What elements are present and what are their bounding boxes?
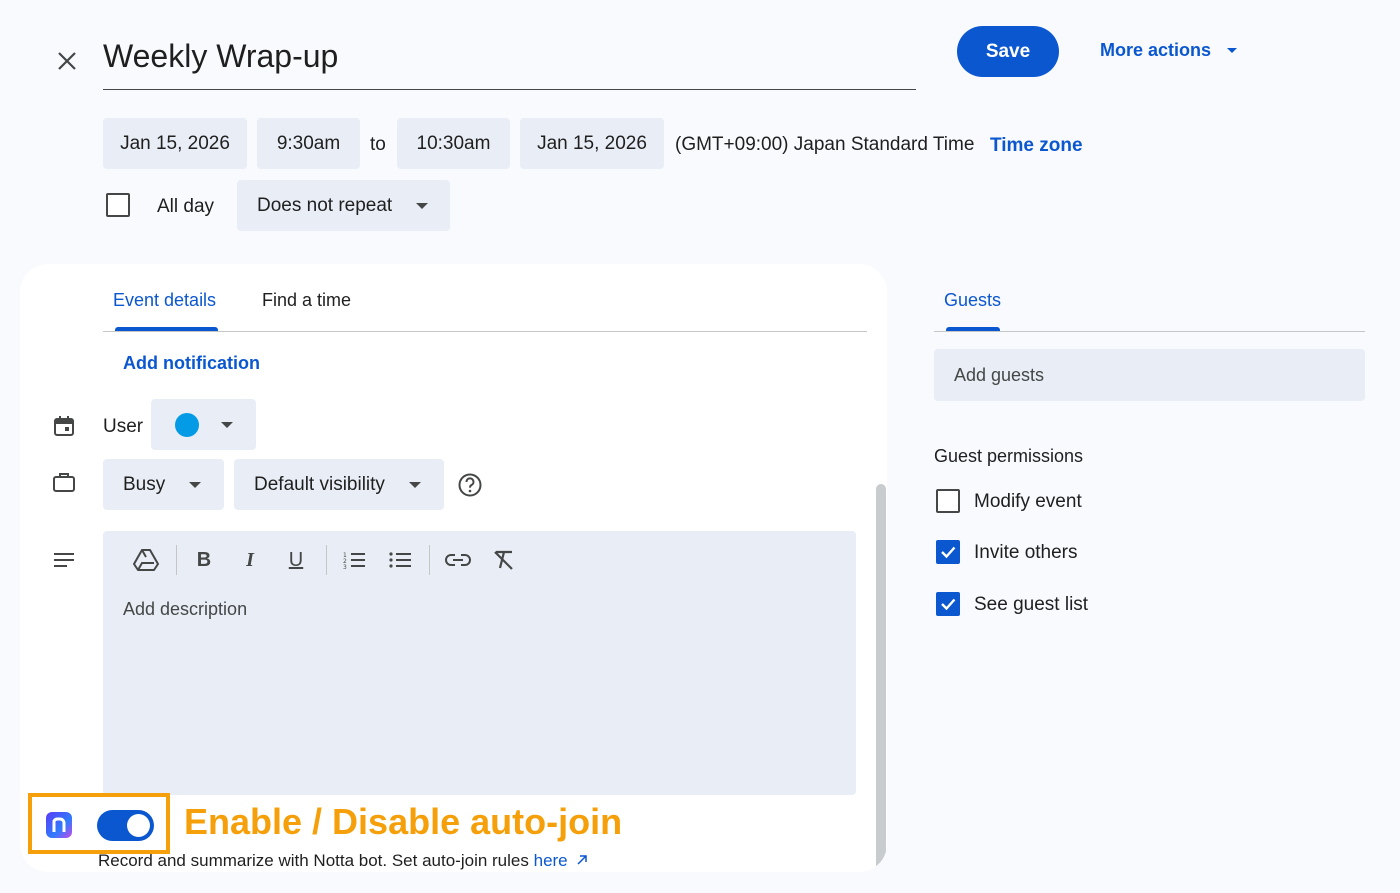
auto-join-annotation: Enable / Disable auto-join <box>184 801 623 842</box>
timezone-link[interactable]: Time zone <box>990 135 1083 157</box>
toolbar-divider <box>326 545 327 575</box>
italic-icon: I <box>246 548 254 571</box>
insert-link-button[interactable] <box>441 543 475 577</box>
notta-footer-link[interactable]: here <box>534 851 568 870</box>
add-guests-input[interactable]: Add guests <box>934 349 1365 401</box>
calendar-color-dot <box>174 412 199 437</box>
calendar-owner: User <box>103 416 144 437</box>
chevron-down-icon <box>408 481 421 488</box>
toggle-knob <box>127 814 150 837</box>
guest-permissions-title: Guest permissions <box>934 446 1084 466</box>
tab-find-a-time-label: Find a time <box>262 290 352 310</box>
tab-guests[interactable]: Guests <box>944 290 1001 330</box>
close-icon <box>58 52 76 70</box>
event-title-input[interactable]: Weekly Wrap-up <box>103 30 916 90</box>
save-button-label: Save <box>985 40 1031 62</box>
invite-others-checkbox[interactable] <box>936 540 960 564</box>
notta-footer: Record and summarize with Notta bot. Set… <box>98 851 588 871</box>
see-guest-list-checkbox[interactable] <box>936 592 960 616</box>
notta-logo <box>46 812 72 838</box>
bold-icon: B <box>196 548 212 571</box>
calendar-color-dropdown[interactable] <box>151 399 256 450</box>
check-icon <box>941 598 956 611</box>
add-notification-link[interactable]: Add notification <box>123 353 260 374</box>
repeat-dropdown[interactable]: Does not repeat <box>237 180 450 231</box>
timezone-text: (GMT+09:00) Japan Standard Time <box>675 134 975 155</box>
drive-icon <box>133 549 159 571</box>
numbered-list-icon: 123 <box>343 552 365 570</box>
calendar-icon <box>54 416 74 436</box>
briefcase-icon <box>53 473 75 492</box>
all-day-checkbox[interactable] <box>106 193 130 217</box>
check-icon <box>941 546 956 559</box>
bulleted-list-button[interactable] <box>383 543 417 577</box>
visibility-dropdown[interactable]: Default visibility <box>234 459 444 510</box>
clear-formatting-button[interactable] <box>487 543 521 577</box>
close-button[interactable] <box>50 44 84 78</box>
tab-event-details[interactable]: Event details <box>113 290 216 330</box>
bulleted-list-icon <box>389 552 411 568</box>
chevron-down-icon <box>189 481 202 488</box>
more-actions-label: More actions <box>1100 39 1212 60</box>
tabs-divider <box>103 331 867 332</box>
save-button[interactable]: Save <box>957 26 1059 77</box>
end-time: 10:30am <box>416 132 491 154</box>
more-actions-button[interactable]: More actions <box>1100 38 1238 62</box>
notta-logo-icon <box>52 817 66 832</box>
modify-event-label: Modify event <box>974 491 1082 512</box>
end-date: Jan 15, 2026 <box>537 132 647 154</box>
to-label: to <box>370 134 386 155</box>
underline-icon: U <box>288 548 304 571</box>
description-icon <box>54 553 74 567</box>
start-date-chip[interactable]: Jan 15, 2026 <box>103 118 247 169</box>
scrollbar[interactable] <box>876 484 886 872</box>
all-day-label: All day <box>157 196 215 217</box>
italic-button[interactable]: I <box>233 543 267 577</box>
see-guest-list-label: See guest list <box>974 594 1089 615</box>
link-icon <box>445 554 471 566</box>
end-date-chip[interactable]: Jan 15, 2026 <box>520 118 664 169</box>
drive-button[interactable] <box>129 543 163 577</box>
underline-button[interactable]: U <box>279 543 313 577</box>
invite-others-label: Invite others <box>974 542 1078 563</box>
repeat-value: Does not repeat <box>257 194 393 216</box>
svg-text:3: 3 <box>343 564 347 570</box>
bold-button[interactable]: B <box>187 543 221 577</box>
chevron-down-icon <box>220 421 233 428</box>
tab-find-a-time[interactable]: Find a time <box>262 290 351 330</box>
modify-event-checkbox[interactable] <box>936 489 960 513</box>
help-icon[interactable] <box>457 472 483 498</box>
start-time: 9:30am <box>276 132 341 154</box>
event-title: Weekly Wrap-up <box>103 38 339 74</box>
external-link-icon <box>577 855 588 865</box>
availability-dropdown[interactable]: Busy <box>103 459 224 510</box>
visibility-value: Default visibility <box>254 473 385 495</box>
description-placeholder: Add description <box>123 599 248 619</box>
auto-join-toggle[interactable] <box>97 810 154 841</box>
numbered-list-button[interactable]: 123 <box>337 543 371 577</box>
guests-divider <box>934 331 1365 332</box>
start-date: Jan 15, 2026 <box>120 132 230 154</box>
add-guests-placeholder: Add guests <box>954 365 1045 385</box>
start-time-chip[interactable]: 9:30am <box>257 118 360 169</box>
chevron-down-icon <box>1227 47 1238 53</box>
availability-value: Busy <box>123 473 166 495</box>
tab-guests-label: Guests <box>944 290 1002 310</box>
clear-formatting-icon <box>494 550 513 570</box>
toolbar-divider <box>429 545 430 575</box>
toolbar-divider <box>176 545 177 575</box>
chevron-down-icon <box>416 202 429 209</box>
end-time-chip[interactable]: 10:30am <box>397 118 510 169</box>
tab-event-details-label: Event details <box>113 290 217 310</box>
